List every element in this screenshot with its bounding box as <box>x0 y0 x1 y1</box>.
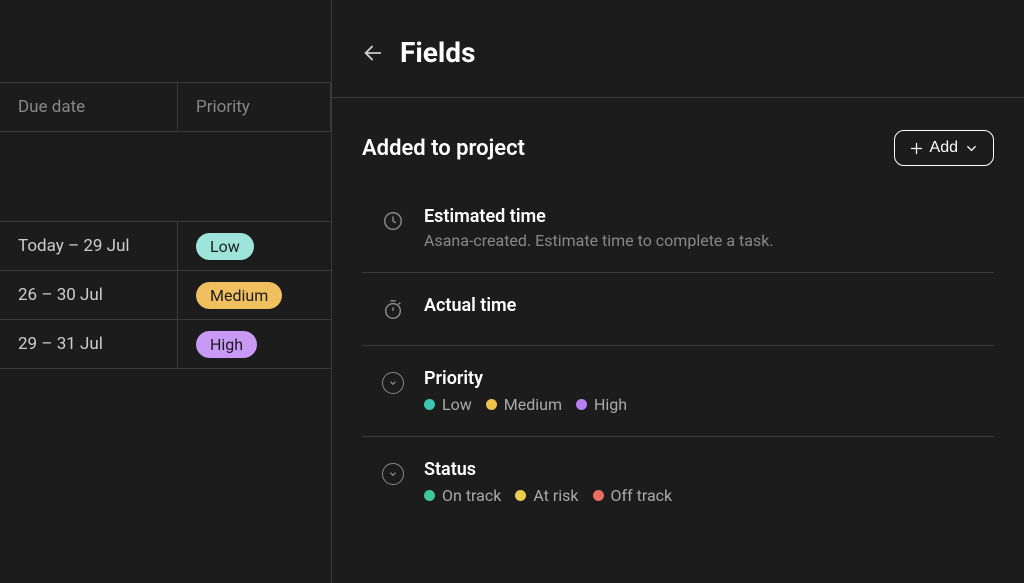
plus-icon <box>909 141 924 156</box>
color-dot-amber <box>486 399 497 410</box>
dropdown-field-icon <box>380 370 406 396</box>
column-header-priority[interactable]: Priority <box>178 83 331 131</box>
table-row[interactable]: Today – 29 Jul Low <box>0 222 331 271</box>
dropdown-field-icon <box>380 461 406 487</box>
option-on-track: On track <box>424 486 501 505</box>
add-button[interactable]: Add <box>894 130 994 166</box>
added-to-project-section: Added to project Add Estimated time Asan… <box>332 98 1024 527</box>
field-options: On track At risk Off track <box>424 486 994 505</box>
field-name: Status <box>424 459 994 480</box>
back-button[interactable] <box>362 42 384 64</box>
color-dot-green <box>424 490 435 501</box>
field-options: Low Medium High <box>424 395 994 414</box>
color-dot-yellow <box>515 490 526 501</box>
due-date-cell[interactable]: 26 – 30 Jul <box>0 271 178 319</box>
panel-title: Fields <box>400 36 475 69</box>
arrow-left-icon <box>362 42 384 64</box>
priority-pill-medium[interactable]: Medium <box>196 282 282 309</box>
add-button-label: Add <box>930 139 958 157</box>
section-title: Added to project <box>362 136 525 161</box>
clock-icon <box>380 208 406 234</box>
table-row[interactable]: 26 – 30 Jul Medium <box>0 271 331 320</box>
color-dot-purple <box>576 399 587 410</box>
field-name: Actual time <box>424 295 994 316</box>
option-high: High <box>576 395 627 414</box>
priority-cell[interactable]: Medium <box>178 272 331 319</box>
priority-cell[interactable]: High <box>178 321 331 368</box>
field-item-actual-time[interactable]: Actual time <box>362 273 994 346</box>
due-date-cell[interactable]: Today – 29 Jul <box>0 222 178 270</box>
chevron-down-icon <box>964 141 979 156</box>
field-item-status[interactable]: Status On track At risk Off track <box>362 437 994 527</box>
panel-header: Fields <box>332 0 1024 98</box>
field-item-estimated-time[interactable]: Estimated time Asana-created. Estimate t… <box>362 196 994 273</box>
priority-pill-high[interactable]: High <box>196 331 257 358</box>
stopwatch-icon <box>380 297 406 323</box>
table-header-row: Due date Priority <box>0 82 331 132</box>
due-date-cell[interactable]: 29 – 31 Jul <box>0 320 178 368</box>
column-header-due-date[interactable]: Due date <box>0 83 178 131</box>
option-low: Low <box>424 395 472 414</box>
field-item-priority[interactable]: Priority Low Medium High <box>362 346 994 437</box>
color-dot-red <box>593 490 604 501</box>
field-list: Estimated time Asana-created. Estimate t… <box>362 196 994 527</box>
field-name: Estimated time <box>424 206 994 227</box>
option-at-risk: At risk <box>515 486 578 505</box>
option-off-track: Off track <box>593 486 673 505</box>
background-table: Due date Priority Today – 29 Jul Low 26 … <box>0 0 332 583</box>
section-header: Added to project Add <box>362 130 994 166</box>
table-row[interactable]: 29 – 31 Jul High <box>0 320 331 369</box>
priority-pill-low[interactable]: Low <box>196 233 254 260</box>
fields-panel: Fields Added to project Add Estimated ti… <box>332 0 1024 583</box>
priority-cell[interactable]: Low <box>178 223 331 270</box>
field-description: Asana-created. Estimate time to complete… <box>424 231 994 250</box>
table-empty-section <box>0 132 331 222</box>
field-name: Priority <box>424 368 994 389</box>
option-medium: Medium <box>486 395 562 414</box>
color-dot-teal <box>424 399 435 410</box>
